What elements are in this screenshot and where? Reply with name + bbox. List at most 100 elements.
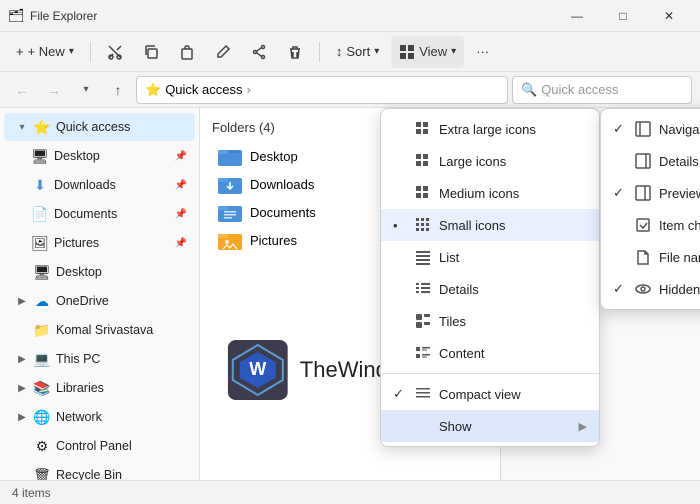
dropdown-tiles[interactable]: Tiles [381, 305, 599, 337]
search-placeholder: Quick access [541, 82, 618, 97]
sidebar-item-network[interactable]: ▶ 🌐 Network [4, 403, 195, 431]
sidebar-label-controlpanel: Control Panel [56, 439, 132, 453]
large-icons-label: Large icons [439, 154, 506, 169]
pin-icon3: 📌 [175, 209, 187, 220]
dropdown-small-icons[interactable]: • Small icons [381, 209, 599, 241]
minimize-button[interactable]: — [554, 0, 600, 32]
copy-button[interactable] [135, 36, 167, 68]
view-dropdown: Extra large icons Large icons Medium ico… [380, 108, 600, 447]
sidebar-item-desktop[interactable]: ▾ 🖥 Desktop [4, 258, 195, 286]
submenu-item-checkboxes[interactable]: Item check boxes [601, 209, 700, 241]
content-label: Content [439, 346, 485, 361]
check-hidden-items: ✓ [613, 281, 627, 297]
list-icon [415, 249, 431, 265]
status-bar: 4 items [0, 480, 700, 504]
sort-button[interactable]: ↕ Sort ▾ [328, 36, 387, 68]
folder-documents-icon [218, 202, 242, 222]
maximize-button[interactable]: □ [600, 0, 646, 32]
list-label: List [439, 250, 459, 265]
app-icon: 🗂 [8, 8, 24, 24]
submenu-file-extensions[interactable]: File name extensions [601, 241, 700, 273]
new-label: + New [28, 44, 65, 59]
folder-desktop-icon [218, 146, 242, 166]
sidebar-item-onedrive[interactable]: ▶ ☁ OneDrive [4, 287, 195, 315]
more-button[interactable]: ··· [468, 36, 497, 68]
sidebar-item-documents-pin[interactable]: 📄 Documents 📌 [4, 200, 195, 228]
details-pane-icon [635, 153, 651, 169]
paste-button[interactable] [171, 36, 203, 68]
sidebar-item-quick-access[interactable]: ▾ ⭐ Quick access [4, 113, 195, 141]
recyclebin-icon: 🗑 [34, 467, 50, 480]
downloads-icon: ⬇ [32, 177, 48, 193]
paste-icon [179, 44, 195, 60]
extra-large-icon [415, 121, 431, 137]
breadcrumb[interactable]: ⭐ Quick access › [136, 76, 508, 104]
item-checkboxes-icon [635, 217, 651, 233]
sidebar-item-komal[interactable]: ▾ 📁 Komal Srivastava [4, 316, 195, 344]
delete-icon [287, 44, 303, 60]
dropdown-content[interactable]: Content [381, 337, 599, 369]
desktop2-icon: 🖥 [34, 264, 50, 280]
delete-button[interactable] [279, 36, 311, 68]
watermark-logo: W [228, 340, 288, 400]
search-bar[interactable]: 🔍 Quick access [512, 76, 692, 104]
sidebar-item-thispc[interactable]: ▶ 💻 This PC [4, 345, 195, 373]
rename-icon [215, 44, 231, 60]
recent-button[interactable]: ▾ [72, 76, 100, 104]
breadcrumb-star: ⭐ [145, 82, 161, 98]
file-extensions-icon [635, 249, 651, 265]
expand-icon: ▾ [16, 121, 28, 133]
folder-label-downloads: Downloads [250, 177, 314, 192]
up-button[interactable]: ↑ [104, 76, 132, 104]
share-icon [251, 44, 267, 60]
share-button[interactable] [243, 36, 275, 68]
sort-label: Sort [346, 44, 370, 59]
submenu-nav-pane[interactable]: ✓ Navigation pane [601, 113, 700, 145]
sep2 [319, 42, 320, 62]
hidden-items-label: Hidden items [659, 282, 700, 297]
quick-access-icon: ⭐ [34, 119, 50, 135]
sidebar-label-quick-access: Quick access [56, 120, 130, 134]
more-icon: ··· [476, 44, 489, 59]
pin-icon: 📌 [175, 151, 187, 162]
breadcrumb-text: Quick access [165, 82, 242, 97]
back-button[interactable]: ← [8, 76, 36, 104]
close-button[interactable]: ✕ [646, 0, 692, 32]
view-button[interactable]: View ▾ [391, 36, 464, 68]
expand-icon3: ▶ [16, 295, 28, 307]
submenu-preview-pane[interactable]: ✓ Preview pane [601, 177, 700, 209]
submenu-details-pane[interactable]: Details pane [601, 145, 700, 177]
forward-button[interactable]: → [40, 76, 68, 104]
controlpanel-icon: ⚙ [34, 438, 50, 454]
small-icons-label: Small icons [439, 218, 505, 233]
new-icon: + [16, 44, 24, 59]
komal-icon: 📁 [34, 322, 50, 338]
submenu-hidden-items[interactable]: ✓ Hidden items [601, 273, 700, 305]
rename-button[interactable] [207, 36, 239, 68]
dropdown-details[interactable]: Details [381, 273, 599, 305]
sort-icon: ↕ [336, 44, 343, 59]
sidebar-item-controlpanel[interactable]: ▾ ⚙ Control Panel [4, 432, 195, 460]
dropdown-medium-icons[interactable]: Medium icons [381, 177, 599, 209]
dropdown-list[interactable]: List [381, 241, 599, 273]
toolbar: + + New ▾ ↕ Sort ▾ View ▾ ··· [0, 32, 700, 72]
folder-label-desktop: Desktop [250, 149, 298, 164]
sidebar-item-downloads-pin[interactable]: ⬇ Downloads 📌 [4, 171, 195, 199]
dropdown-show[interactable]: Show ▶ [381, 410, 599, 442]
network-icon: 🌐 [34, 409, 50, 425]
sidebar-label-recyclebin: Recycle Bin [56, 468, 122, 480]
dropdown-extra-large[interactable]: Extra large icons [381, 113, 599, 145]
sidebar-item-libraries[interactable]: ▶ 📚 Libraries [4, 374, 195, 402]
dropdown-compact[interactable]: ✓ Compact view [381, 378, 599, 410]
folder-label-documents: Documents [250, 205, 316, 220]
sidebar-item-desktop-pin[interactable]: 🖥 Desktop 📌 [4, 142, 195, 170]
window-controls: — □ ✕ [554, 0, 692, 32]
dropdown-large-icons[interactable]: Large icons [381, 145, 599, 177]
new-chevron: ▾ [69, 46, 74, 57]
show-label: Show [439, 419, 472, 434]
new-button[interactable]: + + New ▾ [8, 36, 82, 68]
sidebar-item-recyclebin[interactable]: ▾ 🗑 Recycle Bin [4, 461, 195, 480]
cut-button[interactable] [99, 36, 131, 68]
check-nav-pane: ✓ [613, 121, 627, 137]
sidebar-item-pictures-pin[interactable]: 🖼 Pictures 📌 [4, 229, 195, 257]
